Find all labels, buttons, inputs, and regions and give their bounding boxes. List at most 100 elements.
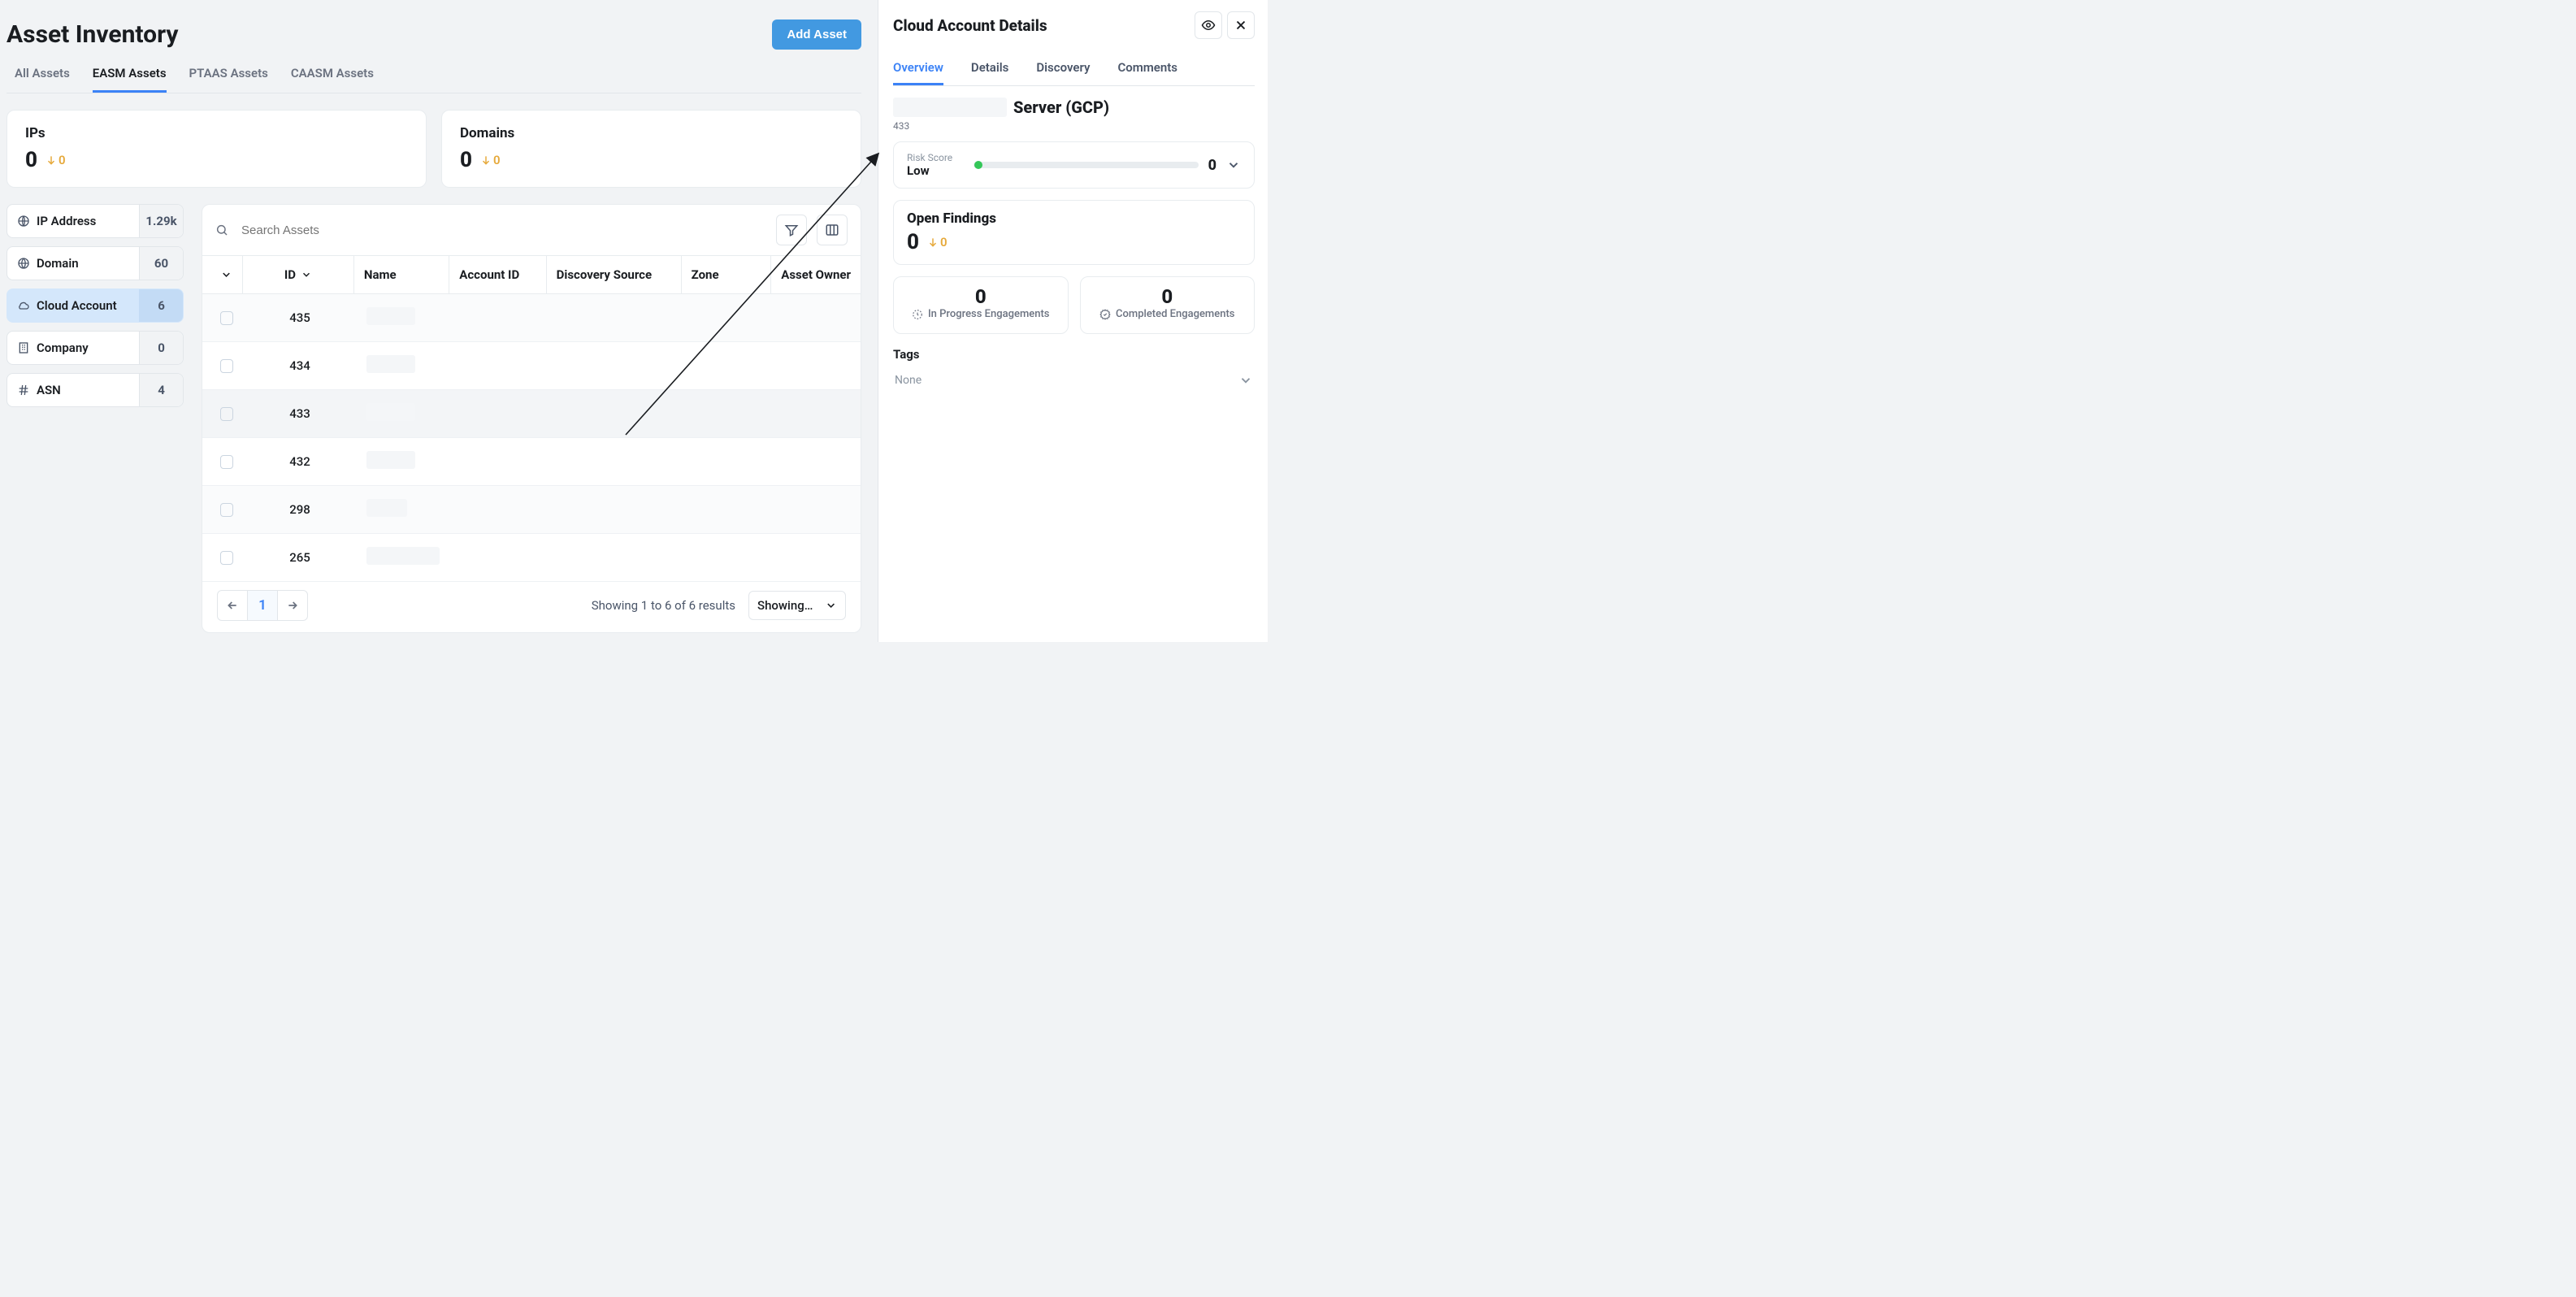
panel-tab-overview[interactable]: Overview: [893, 52, 943, 85]
filter-label: Domain: [37, 256, 79, 271]
tab-ptaas-assets[interactable]: PTAAS Assets: [189, 66, 268, 93]
panel-tabs: Overview Details Discovery Comments: [893, 47, 1255, 86]
summary-card-domains: Domains 0 0: [441, 110, 861, 188]
globe-icon: [17, 215, 30, 228]
redacted-name: [366, 403, 415, 421]
search-input[interactable]: [238, 217, 766, 244]
row-checkbox[interactable]: [220, 359, 233, 373]
columns-button[interactable]: [817, 215, 848, 245]
trend-value: 0: [59, 153, 66, 167]
page-number[interactable]: 1: [247, 590, 278, 621]
table-row[interactable]: 435: [202, 294, 861, 342]
next-page-button[interactable]: [277, 590, 308, 621]
clock-icon: [912, 309, 923, 320]
filter-domain[interactable]: Domain 60: [7, 246, 184, 280]
risk-indicator-dot: [974, 161, 982, 169]
panel-title: Cloud Account Details: [893, 16, 1047, 35]
world-icon: [17, 257, 30, 270]
redacted-name: [366, 451, 415, 469]
view-button[interactable]: [1195, 11, 1222, 39]
tags-dropdown[interactable]: None: [893, 370, 1255, 391]
col-asset-owner[interactable]: Asset Owner: [771, 256, 861, 293]
col-name[interactable]: Name: [354, 256, 449, 293]
row-checkbox[interactable]: [220, 455, 233, 469]
col-zone[interactable]: Zone: [682, 256, 772, 293]
filter-company[interactable]: Company 0: [7, 331, 184, 365]
filter-count: 60: [139, 247, 183, 280]
risk-score-value: 0: [1208, 157, 1216, 174]
pagination: 1: [217, 590, 308, 621]
trend-indicator: 0: [46, 153, 66, 167]
col-id[interactable]: ID: [243, 256, 354, 293]
filter-label: Company: [37, 341, 89, 355]
filter-count: 4: [139, 374, 183, 406]
card-value: 0: [460, 148, 472, 172]
table-row[interactable]: 432: [202, 438, 861, 486]
redacted-asset-name: [893, 98, 1007, 117]
filter-asn[interactable]: ASN 4: [7, 373, 184, 407]
row-checkbox[interactable]: [220, 503, 233, 517]
asset-table: ID Name Account ID Discovery Source Zone…: [202, 204, 861, 633]
table-row[interactable]: 433: [202, 390, 861, 438]
filter-count: 6: [139, 289, 183, 322]
search-icon: [215, 223, 228, 236]
tab-all-assets[interactable]: All Assets: [15, 66, 70, 93]
filter-button[interactable]: [776, 215, 807, 245]
tab-caasm-assets[interactable]: CAASM Assets: [291, 66, 374, 93]
asset-name-suffix: Server (GCP): [1013, 98, 1109, 117]
tab-easm-assets[interactable]: EASM Assets: [93, 66, 167, 93]
tags-value: None: [895, 374, 922, 387]
page-size-select[interactable]: Showing …: [748, 591, 846, 620]
prev-page-button[interactable]: [217, 590, 248, 621]
filter-label: ASN: [37, 383, 61, 397]
table-row[interactable]: 298: [202, 486, 861, 534]
row-id: 298: [243, 489, 357, 530]
detail-panel: Cloud Account Details Overview Details D…: [878, 0, 1268, 642]
row-checkbox[interactable]: [220, 407, 233, 421]
engagement-count: 0: [902, 285, 1060, 308]
panel-tab-comments[interactable]: Comments: [1117, 52, 1177, 85]
redacted-name: [366, 307, 415, 325]
filter-label: Cloud Account: [37, 298, 117, 313]
filter-ip-address[interactable]: IP Address 1.29k: [7, 204, 184, 238]
add-asset-button[interactable]: Add Asset: [772, 20, 861, 50]
asset-id: 433: [893, 120, 1255, 132]
open-findings-box: Open Findings 0 0: [893, 200, 1255, 265]
tags-title: Tags: [893, 347, 1255, 362]
panel-tab-details[interactable]: Details: [971, 52, 1008, 85]
summary-card-ips: IPs 0 0: [7, 110, 427, 188]
card-title: Domains: [460, 125, 843, 141]
filter-cloud-account[interactable]: Cloud Account 6: [7, 288, 184, 323]
trend-value: 0: [940, 235, 948, 249]
risk-score-box: Risk Score Low 0: [893, 141, 1255, 189]
expand-risk-button[interactable]: [1226, 158, 1241, 172]
row-checkbox[interactable]: [220, 311, 233, 325]
hash-icon: [17, 384, 30, 397]
filter-count: 1.29k: [139, 205, 183, 237]
redacted-name: [366, 547, 440, 565]
col-expand[interactable]: [202, 256, 243, 293]
row-id: 435: [243, 297, 357, 338]
engagement-label: In Progress Engagements: [928, 308, 1050, 320]
pagination-summary: Showing 1 to 6 of 6 results: [592, 598, 735, 613]
row-id: 434: [243, 345, 357, 386]
card-title: IPs: [25, 125, 408, 141]
table-row[interactable]: 434: [202, 342, 861, 390]
risk-label: Risk Score: [907, 152, 964, 163]
row-id: 433: [243, 393, 357, 434]
table-row[interactable]: 265: [202, 534, 861, 582]
redacted-name: [366, 355, 415, 373]
risk-bar: [974, 162, 1199, 168]
panel-tab-discovery[interactable]: Discovery: [1036, 52, 1090, 85]
filter-label: IP Address: [37, 214, 96, 228]
col-account-id[interactable]: Account ID: [449, 256, 546, 293]
row-checkbox[interactable]: [220, 551, 233, 565]
risk-level: Low: [907, 163, 964, 178]
filter-sidebar: IP Address 1.29k Domain 60 Cloud Account…: [7, 204, 184, 633]
row-id: 265: [243, 537, 357, 578]
close-button[interactable]: [1227, 11, 1255, 39]
main-tabs: All Assets EASM Assets PTAAS Assets CAAS…: [7, 66, 861, 93]
cloud-icon: [17, 299, 30, 312]
completed-engagements-box: 0 Completed Engagements: [1080, 276, 1255, 334]
col-discovery-source[interactable]: Discovery Source: [547, 256, 682, 293]
